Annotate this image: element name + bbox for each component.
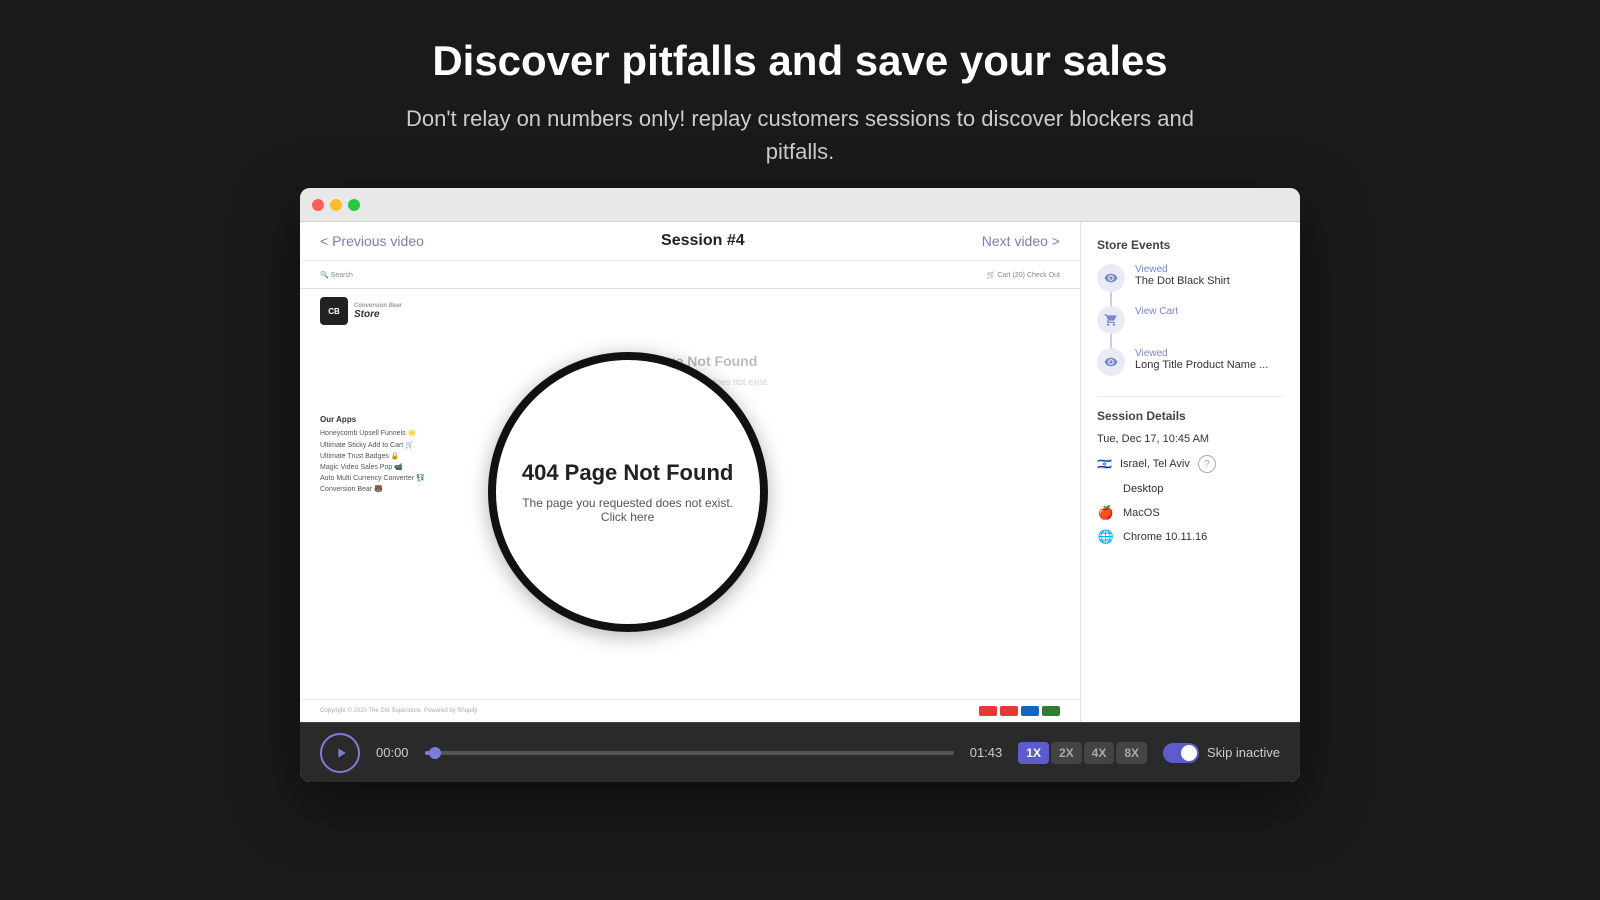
sidebar: Store Events Viewed The Dot Black Shirt: [1080, 222, 1300, 722]
replay-viewport: 🔍 Search 🛒 Cart (20) Check Out CB Conver…: [300, 261, 1080, 722]
session-browser: Chrome 10.11.16: [1123, 531, 1207, 543]
dot-yellow: [330, 199, 342, 211]
speed-1x[interactable]: 1X: [1018, 742, 1049, 764]
desktop-icon: 🖥: [1097, 481, 1115, 497]
session-location: Israel, Tel Aviv: [1120, 458, 1190, 470]
view-icon-1: [1097, 264, 1125, 292]
skip-toggle: Skip inactive: [1163, 743, 1280, 763]
prev-video-link[interactable]: < Previous video: [320, 233, 424, 249]
header-section: Discover pitfalls and save your sales Do…: [350, 0, 1250, 188]
event-item-3: Viewed Long Title Product Name ...: [1097, 348, 1284, 376]
video-area: < Previous video Session #4 Next video >…: [300, 222, 1080, 722]
event-label-1: Viewed: [1135, 264, 1230, 275]
page-title: Discover pitfalls and save your sales: [370, 36, 1230, 86]
session-os: MacOS: [1123, 507, 1160, 519]
next-video-link[interactable]: Next video >: [982, 233, 1060, 249]
visa-icon: [979, 706, 997, 716]
progress-bar[interactable]: [425, 751, 954, 755]
skip-label: Skip inactive: [1207, 745, 1280, 760]
store-logo-box: CB: [320, 297, 348, 325]
event-label-2: View Cart: [1135, 306, 1178, 317]
skip-toggle-switch[interactable]: [1163, 743, 1199, 763]
chrome-icon: 🌐: [1097, 529, 1115, 545]
flag-icon: 🇮🇱: [1097, 457, 1112, 471]
magnifier-circle: 404 Page Not Found The page you requeste…: [488, 352, 768, 632]
speed-2x[interactable]: 2X: [1051, 742, 1082, 764]
time-current: 00:00: [376, 745, 409, 760]
event-item-1: Viewed The Dot Black Shirt: [1097, 264, 1284, 292]
dot-green: [348, 199, 360, 211]
browser-bar: [300, 188, 1300, 222]
store-logo-area: CB Conversion Bear Store: [300, 289, 1080, 333]
controls-bar: 00:00 01:43 1X 2X 4X 8X Skip inactive: [300, 722, 1300, 782]
mc-icon: [1000, 706, 1018, 716]
view-icon-2: [1097, 348, 1125, 376]
session-nav: < Previous video Session #4 Next video >: [300, 222, 1080, 261]
play-button[interactable]: [320, 733, 360, 773]
session-location-row: 🇮🇱 Israel, Tel Aviv ?: [1097, 455, 1284, 473]
event-details-2: View Cart: [1135, 306, 1178, 317]
session-browser-row: 🌐 Chrome 10.11.16: [1097, 529, 1284, 545]
event-item-2: View Cart: [1097, 306, 1284, 334]
sidebar-divider: [1097, 396, 1284, 397]
speed-buttons: 1X 2X 4X 8X: [1018, 742, 1147, 764]
event-details-1: Viewed The Dot Black Shirt: [1135, 264, 1230, 287]
store-footer-icons: [979, 706, 1060, 716]
event-list: Viewed The Dot Black Shirt View Cart: [1097, 264, 1284, 376]
time-total: 01:43: [970, 745, 1003, 760]
info-icon[interactable]: ?: [1198, 455, 1216, 473]
cart-icon: [1097, 306, 1125, 334]
progress-dot: [429, 747, 441, 759]
store-page-mock: 🔍 Search 🛒 Cart (20) Check Out CB Conver…: [300, 261, 1080, 722]
store-footer: Copyright © 2020 The Dot Superstore. Pow…: [300, 699, 1080, 722]
page-subtitle: Don't relay on numbers only! replay cust…: [370, 102, 1230, 168]
store-cart: 🛒 Cart (20) Check Out: [987, 271, 1060, 279]
speed-8x[interactable]: 8X: [1116, 742, 1147, 764]
browser-content: < Previous video Session #4 Next video >…: [300, 222, 1300, 722]
session-datetime: Tue, Dec 17, 10:45 AM: [1097, 433, 1284, 445]
browser-window: < Previous video Session #4 Next video >…: [300, 188, 1300, 782]
amex-icon: [1021, 706, 1039, 716]
speed-4x[interactable]: 4X: [1084, 742, 1115, 764]
store-nav-bar: 🔍 Search 🛒 Cart (20) Check Out: [300, 261, 1080, 289]
store-events-title: Store Events: [1097, 238, 1284, 252]
event-label-3: Viewed: [1135, 348, 1268, 359]
event-name-1: The Dot Black Shirt: [1135, 275, 1230, 287]
store-logo-name: Store: [354, 309, 380, 320]
magnifier-404-text: The page you requested does not exist. C…: [496, 496, 760, 524]
session-os-row: 🍎 MacOS: [1097, 505, 1284, 521]
session-details-title: Session Details: [1097, 409, 1284, 423]
session-device: Desktop: [1123, 483, 1163, 495]
toggle-knob: [1181, 745, 1197, 761]
paypal-icon: [1042, 706, 1060, 716]
store-logo-text: Conversion Bear Store: [354, 303, 402, 320]
session-title: Session #4: [661, 232, 745, 250]
store-search: 🔍 Search: [320, 271, 353, 279]
event-details-3: Viewed Long Title Product Name ...: [1135, 348, 1268, 371]
session-device-row: 🖥 Desktop: [1097, 481, 1284, 497]
dot-red: [312, 199, 324, 211]
apple-icon: 🍎: [1097, 505, 1115, 521]
store-footer-text: Copyright © 2020 The Dot Superstore. Pow…: [320, 708, 477, 714]
event-name-3: Long Title Product Name ...: [1135, 359, 1268, 371]
magnifier-404-title: 404 Page Not Found: [522, 460, 733, 486]
